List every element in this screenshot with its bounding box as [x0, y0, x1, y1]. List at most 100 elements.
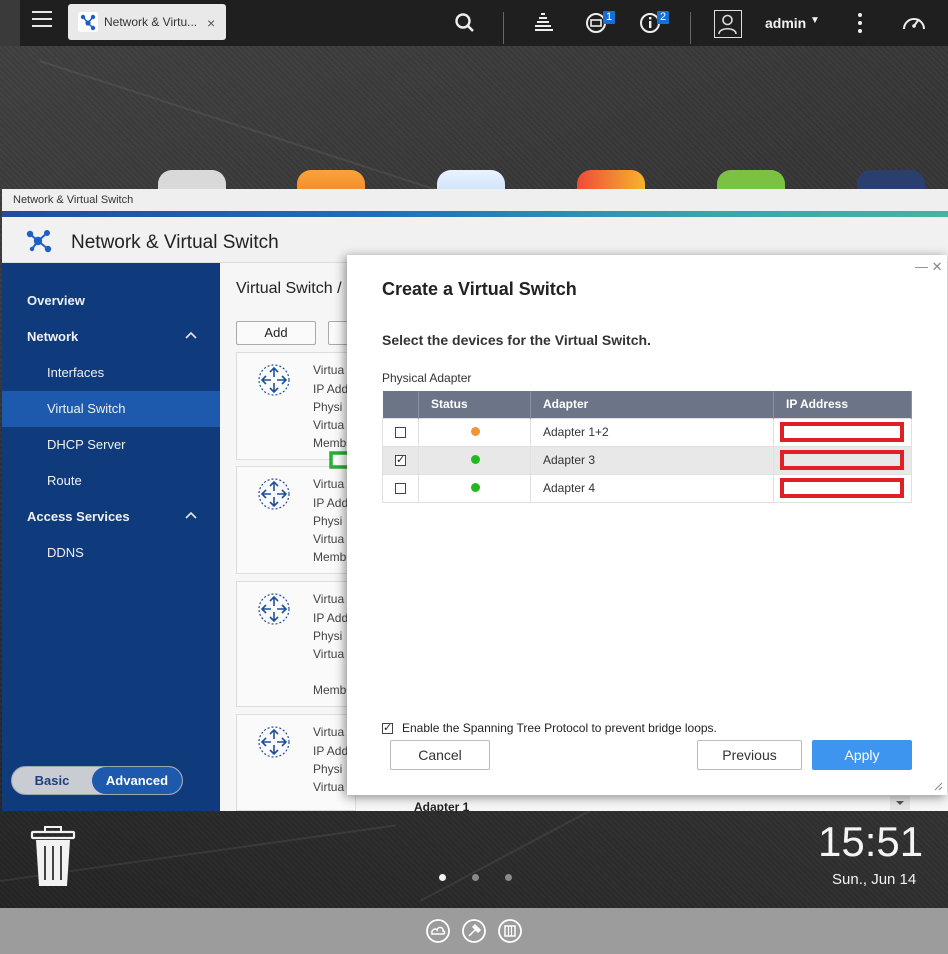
chevron-up-icon[interactable] [185, 510, 197, 520]
column-header-ip-address: IP Address [773, 391, 912, 418]
card-line: IP Add [313, 611, 349, 625]
mode-toggle[interactable]: Basic Advanced [11, 766, 183, 795]
card-line: IP Add [313, 382, 349, 396]
status-cell [418, 473, 531, 503]
sidebar-item-interfaces[interactable]: Interfaces [2, 355, 220, 391]
adapter-table: Status Adapter IP Address Adapter 1+2 Ad… [382, 391, 912, 503]
status-dot [471, 483, 480, 492]
adapter-cell: Adapter 1+2 [530, 417, 774, 447]
create-virtual-switch-dialog: — ✕ Create a Virtual Switch Select the d… [347, 255, 947, 795]
virtual-switch-icon [258, 726, 290, 758]
virtual-switch-icon [258, 478, 290, 510]
app-tab-network[interactable]: Network & Virtu... × [68, 4, 226, 40]
card-line: Virtua [313, 418, 345, 432]
stp-checkbox[interactable] [382, 721, 393, 735]
user-avatar-icon[interactable] [714, 10, 742, 38]
cancel-button[interactable]: Cancel [390, 740, 490, 770]
previous-button[interactable]: Previous [697, 740, 802, 770]
user-name[interactable]: admin [765, 15, 806, 31]
table-row[interactable]: Adapter 3 [382, 445, 912, 475]
app-title: Network & Virtual Switch [71, 232, 279, 253]
search-icon[interactable] [452, 10, 478, 36]
row-checkbox-cell[interactable] [382, 417, 419, 447]
top-bar: Network & Virtu... × 1 2 admin ▼ [0, 0, 948, 46]
sidebar-item-label: Access Services [27, 509, 130, 524]
redacted-ip-box [780, 478, 904, 498]
stp-label: Enable the Spanning Tree Protocol to pre… [402, 721, 717, 735]
card-line: Memb [313, 683, 347, 697]
column-header-status: Status [418, 391, 531, 418]
scroll-down-button[interactable] [890, 796, 910, 810]
redacted-ip-box [780, 422, 904, 442]
sidebar-item-label: Virtual Switch [47, 401, 126, 416]
row-checkbox-cell[interactable] [382, 445, 419, 475]
chevron-up-icon[interactable] [185, 330, 197, 340]
main-menu-icon[interactable] [32, 11, 52, 29]
sidebar-item-label: DDNS [47, 545, 84, 560]
network-switch-logo-icon [26, 230, 52, 253]
left-edge [0, 0, 20, 46]
status-cell [418, 417, 531, 447]
row-checkbox-cell[interactable] [382, 473, 419, 503]
sidebar-item-label: Overview [27, 293, 85, 308]
page-indicator[interactable] [472, 874, 479, 881]
mode-basic-button[interactable]: Basic [12, 767, 92, 794]
row-checkbox[interactable] [395, 427, 406, 439]
card-line: Virtua [313, 780, 345, 794]
library-icon[interactable] [497, 918, 523, 944]
virtual-switch-card[interactable]: Virtua IP Add Physi Virtua [236, 714, 356, 811]
sidebar-item-ddns[interactable]: DDNS [2, 535, 220, 571]
card-line: Virtua [313, 725, 345, 739]
row-checkbox[interactable] [395, 453, 406, 467]
page-indicator[interactable] [505, 874, 512, 881]
sidebar-item-label: DHCP Server [47, 437, 126, 452]
background-tasks-icon[interactable] [531, 10, 557, 36]
network-app-icon [78, 12, 98, 32]
cloud-icon[interactable] [425, 918, 451, 944]
dialog-subtitle: Select the devices for the Virtual Switc… [382, 332, 651, 348]
chevron-down-icon [896, 801, 904, 805]
dialog-title: Create a Virtual Switch [382, 279, 577, 299]
column-header-select [382, 391, 419, 418]
mode-advanced-button[interactable]: Advanced [92, 767, 182, 794]
group-label: Physical Adapter [382, 371, 472, 385]
info-badge: 2 [657, 11, 669, 24]
sidebar-item-network[interactable]: Network [2, 319, 220, 355]
redacted-ip-box [780, 450, 904, 470]
card-line: Physi [313, 762, 343, 776]
device-badge: 1 [603, 11, 615, 24]
virtual-switch-card[interactable]: Virtua IP Add Physi Virtua Memb [236, 581, 356, 707]
sidebar-item-route[interactable]: Route [2, 463, 220, 499]
close-icon[interactable]: × [207, 15, 215, 31]
add-button[interactable]: Add [236, 321, 316, 345]
tools-icon[interactable] [461, 918, 487, 944]
chevron-down-icon[interactable]: ▼ [810, 15, 820, 26]
table-row[interactable]: Adapter 4 [382, 473, 912, 503]
card-line: Virtua [313, 647, 345, 661]
sidebar-item-virtual-switch[interactable]: Virtual Switch [2, 391, 220, 427]
separator [503, 12, 504, 44]
virtual-switch-card[interactable]: Virtua IP Add Physi Virtua Memb [236, 466, 356, 574]
status-dot [471, 455, 480, 464]
app-tab-label: Network & Virtu... [104, 15, 198, 29]
card-line: Physi [313, 514, 343, 528]
page-indicator-active[interactable] [439, 874, 446, 881]
table-row[interactable]: Adapter 1+2 [382, 417, 912, 447]
trash-icon[interactable] [28, 826, 78, 888]
sidebar-item-dhcp-server[interactable]: DHCP Server [2, 427, 220, 463]
sidebar-item-overview[interactable]: Overview [2, 283, 220, 319]
desktop-date: Sun., Jun 14 [832, 871, 917, 888]
apply-button[interactable]: Apply [812, 740, 912, 770]
card-line: Physi [313, 400, 343, 414]
row-checkbox[interactable] [395, 483, 406, 495]
sidebar-item-access-services[interactable]: Access Services [2, 499, 220, 535]
card-line: Physi [313, 629, 343, 643]
dashboard-gauge-icon[interactable] [901, 10, 927, 36]
card-line: Virtua [313, 532, 345, 546]
more-options-icon[interactable] [857, 13, 863, 35]
dock-bar [0, 908, 948, 954]
window-controls[interactable]: — ✕ [915, 259, 943, 275]
stp-option[interactable]: Enable the Spanning Tree Protocol to pre… [382, 721, 717, 735]
sidebar-item-label: Interfaces [47, 365, 105, 380]
resize-handle-icon[interactable] [933, 781, 943, 791]
